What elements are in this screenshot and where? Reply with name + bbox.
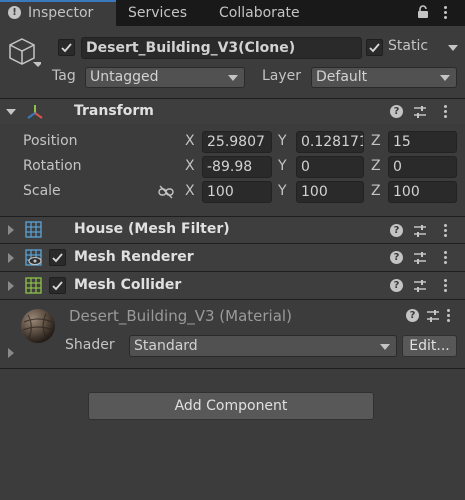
shader-dropdown[interactable]: Standard bbox=[129, 335, 397, 357]
chevron-down-icon bbox=[380, 344, 390, 350]
help-icon[interactable]: ? bbox=[390, 224, 403, 237]
scale-y-field[interactable]: 100 bbox=[296, 181, 364, 203]
foldout-arrow-icon[interactable] bbox=[8, 225, 14, 235]
sliders-icon[interactable] bbox=[413, 105, 427, 122]
rotation-x-label[interactable]: X bbox=[185, 158, 195, 174]
position-y-field[interactable]: 0.128171 bbox=[296, 131, 364, 153]
foldout-arrow-icon[interactable] bbox=[8, 348, 14, 358]
tab-menu-icon[interactable] bbox=[444, 6, 447, 21]
material-section: Desert_Building_V3 (Material) ? Shader S… bbox=[0, 299, 465, 369]
layer-dropdown[interactable]: Default bbox=[311, 67, 457, 88]
rotation-y-field[interactable]: 0 bbox=[296, 156, 364, 178]
tag-label: Tag bbox=[52, 68, 76, 84]
sliders-icon[interactable] bbox=[413, 279, 427, 296]
foldout-arrow-icon[interactable] bbox=[8, 253, 14, 263]
position-z-label[interactable]: Z bbox=[371, 133, 381, 149]
sliders-icon[interactable] bbox=[413, 224, 427, 241]
help-icon[interactable]: ? bbox=[390, 105, 403, 118]
transform-header[interactable]: Transform ? bbox=[0, 98, 465, 124]
position-z-field[interactable]: 15 bbox=[388, 131, 457, 153]
info-icon: ! bbox=[8, 6, 21, 19]
chevron-down-icon bbox=[228, 75, 238, 81]
component-menu-icon[interactable] bbox=[444, 251, 447, 266]
rotation-label: Rotation bbox=[23, 158, 82, 174]
shader-value: Standard bbox=[134, 338, 198, 354]
static-toggle[interactable] bbox=[366, 39, 383, 56]
mesh-collider-enabled-toggle[interactable] bbox=[49, 277, 66, 294]
position-y-label[interactable]: Y bbox=[278, 133, 287, 149]
link-icon[interactable] bbox=[158, 185, 174, 203]
help-icon[interactable]: ? bbox=[390, 279, 403, 292]
component-menu-icon[interactable] bbox=[447, 309, 450, 324]
tag-value: Untagged bbox=[90, 69, 159, 85]
add-component-button[interactable]: Add Component bbox=[88, 392, 374, 420]
rotation-z-field[interactable]: 0 bbox=[388, 156, 457, 178]
foldout-arrow-icon[interactable] bbox=[8, 281, 14, 291]
lock-icon[interactable] bbox=[417, 5, 429, 23]
rotation-x-field[interactable]: -89.98 bbox=[202, 156, 272, 178]
mesh-filter-title: House (Mesh Filter) bbox=[74, 221, 230, 237]
shader-label: Shader bbox=[65, 337, 115, 353]
sliders-icon[interactable] bbox=[426, 309, 440, 326]
transform-title: Transform bbox=[74, 103, 154, 119]
scale-x-field[interactable]: 100 bbox=[202, 181, 272, 203]
mesh-collider-header[interactable]: Mesh Collider ? bbox=[0, 271, 465, 299]
sliders-icon[interactable] bbox=[413, 251, 427, 268]
tab-collaborate-label: Collaborate bbox=[219, 5, 300, 21]
foldout-arrow-icon[interactable] bbox=[6, 109, 16, 115]
edit-shader-button[interactable]: Edit... bbox=[402, 335, 457, 357]
tab-services-label: Services bbox=[128, 5, 188, 21]
grid-icon bbox=[25, 221, 42, 242]
position-x-label[interactable]: X bbox=[185, 133, 195, 149]
tab-services[interactable]: Services bbox=[128, 0, 187, 26]
tab-bar: ! Inspector Services Collaborate bbox=[0, 0, 465, 26]
static-label: Static bbox=[388, 38, 429, 54]
mesh-collider-title: Mesh Collider bbox=[74, 277, 182, 293]
position-label: Position bbox=[23, 133, 78, 149]
tab-inspector[interactable]: ! Inspector bbox=[0, 0, 116, 26]
active-toggle[interactable] bbox=[58, 39, 75, 56]
component-menu-icon[interactable] bbox=[444, 224, 447, 239]
chevron-down-icon bbox=[440, 75, 450, 81]
rotation-z-label[interactable]: Z bbox=[371, 158, 381, 174]
scale-y-label[interactable]: Y bbox=[278, 183, 287, 199]
green-grid-icon bbox=[25, 277, 42, 298]
material-sphere-icon[interactable] bbox=[20, 308, 56, 348]
tab-inspector-label: Inspector bbox=[28, 5, 94, 21]
position-x-field[interactable]: 25.9807 bbox=[202, 131, 272, 153]
static-dropdown-icon[interactable] bbox=[448, 45, 458, 51]
transform-axes-icon bbox=[26, 103, 44, 125]
mesh-renderer-header[interactable]: Mesh Renderer ? bbox=[0, 243, 465, 271]
scale-z-field[interactable]: 100 bbox=[388, 181, 457, 203]
tag-dropdown[interactable]: Untagged bbox=[85, 67, 245, 88]
help-icon[interactable]: ? bbox=[406, 309, 419, 322]
scale-label: Scale bbox=[23, 183, 61, 199]
help-icon[interactable]: ? bbox=[390, 251, 403, 264]
mesh-filter-header[interactable]: House (Mesh Filter) ? bbox=[0, 216, 465, 243]
tab-collaborate[interactable]: Collaborate bbox=[219, 0, 300, 26]
cube-icon[interactable] bbox=[7, 36, 43, 74]
mesh-renderer-title: Mesh Renderer bbox=[74, 249, 194, 265]
layer-label: Layer bbox=[262, 68, 302, 84]
scale-z-label[interactable]: Z bbox=[371, 183, 381, 199]
material-title: Desert_Building_V3 (Material) bbox=[69, 307, 292, 325]
scale-x-label[interactable]: X bbox=[185, 183, 195, 199]
layer-value: Default bbox=[316, 69, 368, 85]
mesh-renderer-enabled-toggle[interactable] bbox=[49, 249, 66, 266]
rotation-y-label[interactable]: Y bbox=[278, 158, 287, 174]
component-menu-icon[interactable] bbox=[444, 279, 447, 294]
component-menu-icon[interactable] bbox=[444, 105, 447, 120]
mesh-renderer-icon bbox=[25, 249, 42, 270]
object-name-field[interactable]: Desert_Building_V3(Clone) bbox=[81, 37, 362, 59]
